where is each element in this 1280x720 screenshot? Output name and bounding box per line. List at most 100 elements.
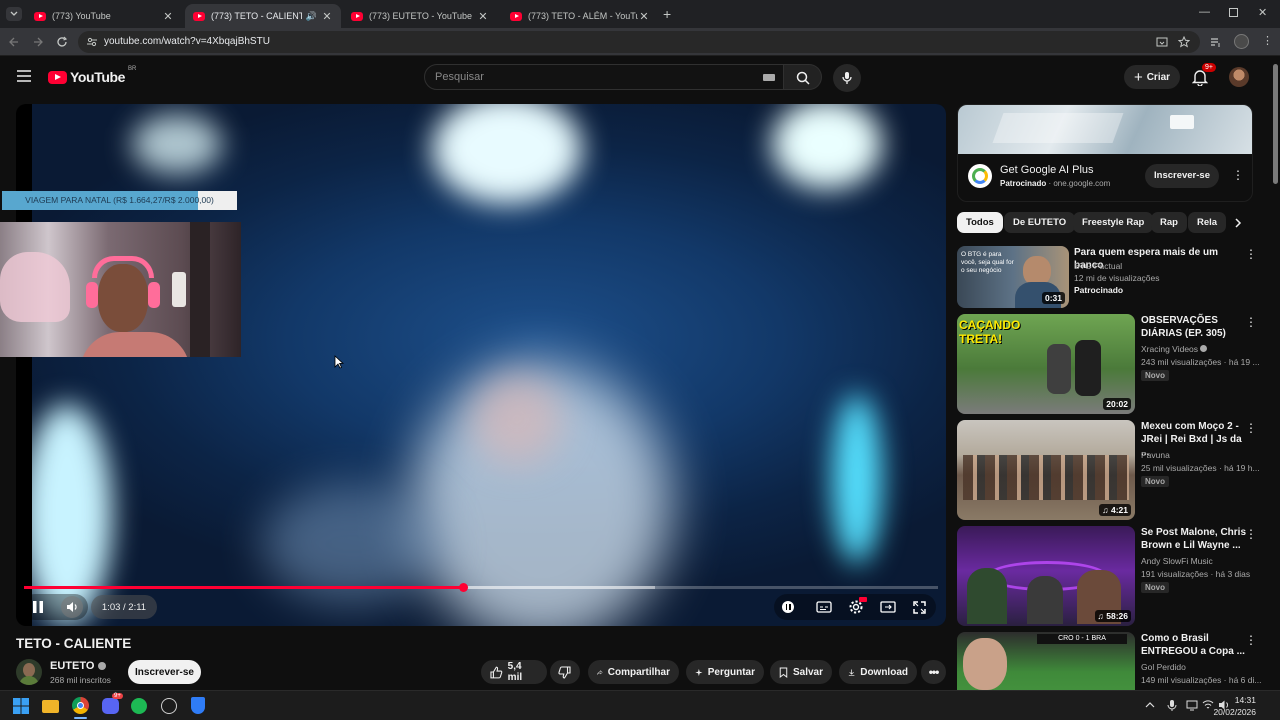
page-scrollbar[interactable] <box>1270 56 1280 690</box>
channel-name[interactable]: Xracing Videos <box>1141 343 1208 355</box>
channel-name[interactable]: Gol Perdido <box>1141 661 1186 673</box>
browser-tab-alem[interactable]: (773) TETO - ALÉM - YouTube ✕ <box>502 4 658 28</box>
steam-icon[interactable] <box>161 698 177 714</box>
speaker-icon[interactable]: 🔊 <box>306 11 317 22</box>
profile-avatar[interactable] <box>1234 34 1249 49</box>
video-thumbnail[interactable]: CRO 0 - 1 BRA <box>957 632 1135 690</box>
maximize-button[interactable] <box>1229 8 1238 17</box>
discord-icon[interactable]: 9+ <box>102 693 123 714</box>
youtube-logo[interactable]: YouTube BR <box>48 66 136 85</box>
pause-button[interactable] <box>30 599 46 615</box>
tab-search-button[interactable] <box>6 7 22 21</box>
like-button[interactable]: 5,4 mil <box>481 660 547 684</box>
more-options-icon[interactable]: ⋮ <box>1245 527 1257 541</box>
more-options-icon[interactable]: ⋮ <box>1245 315 1257 329</box>
browser-tab-youtube[interactable]: (773) YouTube ✕ <box>26 4 182 28</box>
channel-name[interactable]: Andy SlowFi Music <box>1141 555 1213 567</box>
chip-all[interactable]: Todos <box>957 212 1003 233</box>
theater-mode-icon[interactable] <box>880 600 896 614</box>
close-window-button[interactable]: ✕ <box>1258 6 1267 19</box>
more-options-icon[interactable]: ⋮ <box>1245 633 1257 647</box>
close-tab-icon[interactable]: ✕ <box>321 10 333 23</box>
search-button[interactable] <box>784 64 822 90</box>
channel-name[interactable]: EUTETO <box>50 660 107 672</box>
account-avatar[interactable] <box>1229 67 1249 87</box>
channel-name[interactable]: Pavuna <box>1141 449 1170 461</box>
browser-menu-icon[interactable]: ⋮ <box>1262 34 1273 47</box>
wifi-tray-icon[interactable] <box>1202 699 1214 710</box>
chip-related[interactable]: Rela <box>1188 212 1226 233</box>
volume-button[interactable] <box>61 596 83 618</box>
video-frame[interactable] <box>32 104 946 626</box>
install-app-icon[interactable] <box>1156 36 1168 48</box>
video-title[interactable]: Se Post Malone, Chris Brown e Lil Wayne … <box>1141 526 1249 552</box>
chip-rap[interactable]: Rap <box>1151 212 1187 233</box>
video-thumbnail[interactable]: ♫ 58:26 <box>957 526 1135 626</box>
subtitles-icon[interactable] <box>816 600 832 614</box>
spotify-icon[interactable] <box>131 698 147 714</box>
download-button[interactable]: Download <box>839 660 917 684</box>
channel-avatar[interactable] <box>16 659 42 685</box>
keyboard-icon[interactable] <box>763 74 775 81</box>
dislike-button[interactable] <box>550 660 580 684</box>
list-item[interactable]: O BTG é para você, seja qual for o seu n… <box>957 246 1267 310</box>
subscribe-button[interactable]: Inscrever-se <box>128 660 201 684</box>
video-thumbnail[interactable]: O BTG é para você, seja qual for o seu n… <box>957 246 1069 308</box>
video-player[interactable] <box>16 104 946 626</box>
hamburger-menu-icon[interactable] <box>17 70 31 82</box>
video-thumbnail[interactable]: ♫ 4:21 <box>957 420 1135 520</box>
close-tab-icon[interactable]: ✕ <box>477 10 489 23</box>
chips-next-button[interactable] <box>1226 212 1252 234</box>
reload-icon[interactable] <box>56 36 68 48</box>
create-button[interactable]: + Criar <box>1124 65 1180 89</box>
search-input[interactable]: Pesquisar <box>424 64 784 90</box>
ad-banner-image[interactable] <box>958 105 1252 154</box>
share-button[interactable]: Compartilhar <box>588 660 679 684</box>
list-item[interactable]: CAÇANDO TRETA! 20:02 OBSERVAÇÕES DIÁRIAS… <box>957 314 1267 416</box>
windows-start-icon[interactable] <box>13 698 29 714</box>
ad-menu-icon[interactable]: ⋮ <box>1232 168 1244 182</box>
sponsored-ad-card[interactable]: Get Google AI Plus Patrocinado · one.goo… <box>957 104 1253 202</box>
minimize-button[interactable]: — <box>1199 6 1210 18</box>
chrome-icon[interactable] <box>72 697 89 714</box>
microphone-tray-icon[interactable] <box>1167 699 1177 712</box>
bookmark-star-icon[interactable] <box>1178 36 1190 48</box>
list-item[interactable]: ♫ 4:21 Mexeu com Moço 2 - JRei | Rei Bxd… <box>957 420 1267 522</box>
media-controls-icon[interactable] <box>1210 36 1222 48</box>
save-button[interactable]: Salvar <box>770 660 832 684</box>
new-tab-button[interactable]: + <box>663 6 671 22</box>
channel-name[interactable]: BTG Pactual <box>1074 260 1122 272</box>
close-tab-icon[interactable]: ✕ <box>162 10 174 23</box>
autoplay-toggle[interactable] <box>782 601 794 613</box>
display-tray-icon[interactable] <box>1186 700 1198 711</box>
video-thumbnail[interactable]: CAÇANDO TRETA! 20:02 <box>957 314 1135 414</box>
settings-button[interactable] <box>848 597 867 615</box>
chip-freestyle-rap[interactable]: Freestyle Rap <box>1073 212 1154 233</box>
ad-subscribe-button[interactable]: Inscrever-se <box>1145 164 1219 188</box>
chip-from-channel[interactable]: De EUTETO <box>1004 212 1076 233</box>
voice-search-button[interactable] <box>833 64 861 92</box>
more-options-icon[interactable]: ⋮ <box>1245 247 1257 261</box>
progress-bar[interactable] <box>24 583 938 592</box>
browser-tab-euteto[interactable]: (773) EUTETO - YouTube ✕ <box>343 4 497 28</box>
video-title[interactable]: Como o Brasil ENTREGOU a Copa ... <box>1141 632 1249 658</box>
site-info-icon[interactable] <box>86 36 98 48</box>
list-item[interactable]: ♫ 58:26 Se Post Malone, Chris Brown e Li… <box>957 526 1267 628</box>
file-explorer-icon[interactable] <box>42 700 59 713</box>
ask-button[interactable]: Perguntar <box>686 660 764 684</box>
system-clock[interactable]: 14:31 20/02/2026 <box>1213 694 1256 718</box>
address-bar[interactable]: youtube.com/watch?v=4XbqajBhSTU <box>78 31 1200 53</box>
video-title[interactable]: OBSERVAÇÕES DIÁRIAS (EP. 305) <box>1141 314 1249 340</box>
more-options-icon[interactable]: ⋮ <box>1245 421 1257 435</box>
close-tab-icon[interactable]: ✕ <box>638 10 650 23</box>
scrubber-handle[interactable] <box>458 583 468 592</box>
browser-tab-active[interactable]: (773) TETO - CALIENTE - You 🔊 ✕ <box>185 4 341 28</box>
notifications-button[interactable]: 9+ <box>1192 63 1216 86</box>
scrollbar-thumb[interactable] <box>1273 64 1278 184</box>
security-shield-icon[interactable] <box>191 697 205 714</box>
fullscreen-icon[interactable] <box>913 601 926 614</box>
tray-chevron-up-icon[interactable] <box>1145 701 1155 709</box>
back-icon[interactable] <box>8 36 20 48</box>
forward-icon[interactable] <box>32 36 44 48</box>
more-actions-button[interactable]: ••• <box>921 660 946 684</box>
